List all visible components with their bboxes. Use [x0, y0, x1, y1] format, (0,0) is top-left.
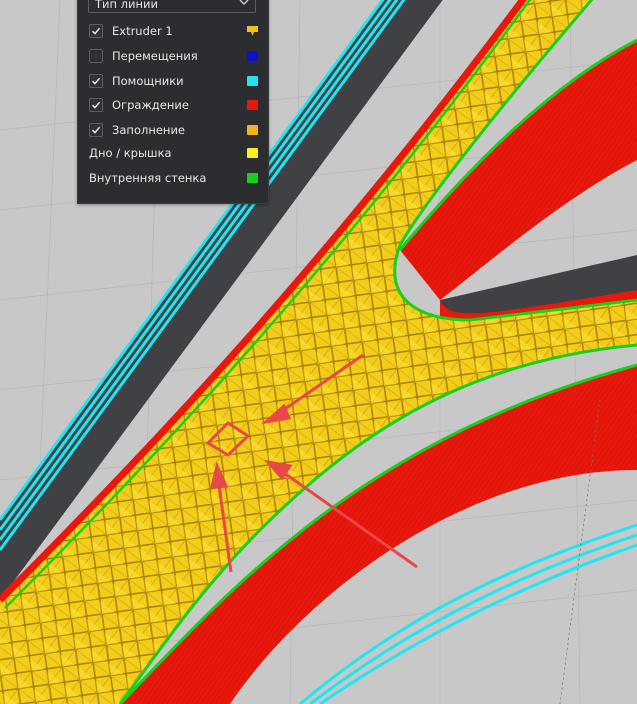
legend-infill-row[interactable]: Заполнение	[88, 121, 258, 141]
legend-helpers-row[interactable]: Помощники	[88, 72, 258, 92]
extruder-icon	[247, 26, 258, 36]
legend-inner-wall-label: Внутренняя стенка	[89, 171, 207, 185]
line-type-dropdown-value: Тип линии	[95, 0, 158, 11]
legend-shell-row[interactable]: Ограждение	[88, 96, 258, 116]
legend-extruder-1-label: Extruder 1	[112, 24, 173, 38]
legend-travel-label: Перемещения	[112, 49, 198, 63]
legend-shell-checkbox[interactable]	[89, 98, 103, 112]
legend-infill-checkbox[interactable]	[89, 123, 103, 137]
legend-extruder-1-row[interactable]: Extruder 1	[88, 22, 258, 42]
legend-inner-wall-row: Внутренняя стенка	[88, 169, 258, 189]
legend-travel-color-swatch	[247, 51, 258, 61]
legend-extruder-1-color-swatch	[247, 26, 258, 36]
legend-extruder-1-checkbox[interactable]	[89, 24, 103, 38]
checkmark-icon	[91, 101, 101, 109]
chevron-down-icon	[239, 0, 249, 5]
legend-travel-row[interactable]: Перемещения	[88, 47, 258, 67]
legend-shell-label: Ограждение	[112, 98, 189, 112]
legend-top-bottom-row: Дно / крышка	[88, 144, 258, 164]
legend-infill-color-swatch	[247, 125, 258, 135]
checkmark-icon	[91, 77, 101, 85]
legend-helpers-checkbox[interactable]	[89, 74, 103, 88]
legend-shell-color-swatch	[247, 100, 258, 110]
legend-infill-label: Заполнение	[112, 123, 185, 137]
legend-helpers-label: Помощники	[112, 74, 184, 88]
legend-inner-wall-color-swatch	[247, 173, 258, 183]
legend-helpers-color-swatch	[247, 76, 258, 86]
checkmark-icon	[91, 27, 101, 35]
checkmark-icon	[91, 126, 101, 134]
line-type-legend-panel: Тип линии Extruder 1 Перемещения Помощники…	[77, 0, 269, 204]
legend-travel-checkbox[interactable]	[89, 49, 103, 63]
legend-top-bottom-color-swatch	[247, 148, 258, 158]
line-type-dropdown[interactable]: Тип линии	[88, 0, 256, 13]
legend-top-bottom-label: Дно / крышка	[89, 146, 172, 160]
